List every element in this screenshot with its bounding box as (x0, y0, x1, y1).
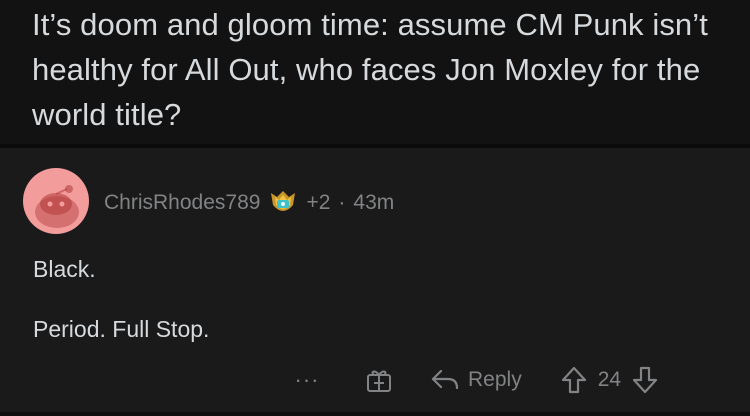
arrow-up-icon[interactable] (560, 365, 588, 395)
award-button[interactable] (364, 365, 394, 395)
more-options-button[interactable]: ··· (292, 365, 322, 395)
meta-separator: · (338, 191, 346, 214)
post-title[interactable]: It’s doom and gloom time: assume CM Punk… (32, 2, 732, 137)
trophy-shield-icon[interactable] (268, 188, 298, 218)
score-delta: +2 (306, 191, 331, 214)
comment: ChrisRhodes789 +2 · 43m Black. Period. F… (0, 148, 750, 416)
comment-meta: ChrisRhodes789 +2 · 43m (104, 188, 394, 218)
username[interactable]: ChrisRhodes789 (104, 191, 260, 215)
snoo-avatar-icon (35, 185, 79, 228)
vote-group: 24 (560, 365, 659, 395)
comment-age: 43m (353, 191, 395, 214)
comment-body-line: Black. (33, 256, 96, 282)
reply-button[interactable]: Reply (430, 368, 522, 392)
reply-label: Reply (468, 368, 522, 391)
post-header: It’s doom and gloom time: assume CM Punk… (0, 0, 750, 144)
arrow-down-icon[interactable] (631, 365, 659, 395)
comment-body-line: Period. Full Stop. (33, 316, 210, 342)
vote-count: 24 (597, 368, 622, 391)
avatar[interactable] (23, 168, 89, 234)
bottom-divider (0, 412, 750, 416)
reply-arrow-icon (431, 369, 459, 390)
comment-actions: ··· Reply 24 (292, 364, 659, 396)
gift-box-icon (367, 370, 391, 392)
